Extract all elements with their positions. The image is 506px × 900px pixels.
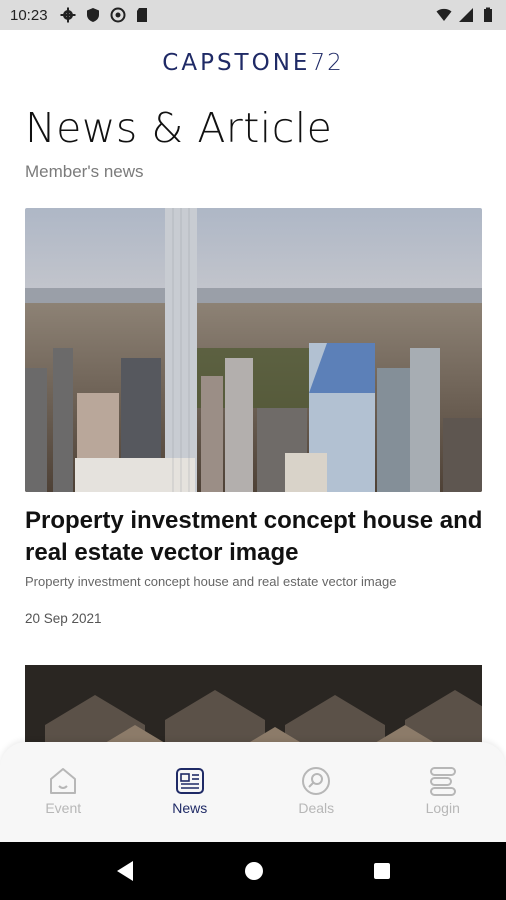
back-icon[interactable] <box>115 860 135 882</box>
recents-icon[interactable] <box>373 862 391 880</box>
system-navigation-bar <box>0 842 506 900</box>
article-date: 20 Sep 2021 <box>25 611 102 626</box>
page-subtitle: Member's news <box>25 162 144 181</box>
article-description: Property investment concept house and re… <box>25 574 397 589</box>
sync-icon <box>110 7 126 23</box>
brand-logo: CAPSTONE72 <box>0 50 506 76</box>
bottom-navigation: Event News Deals Login <box>0 742 506 842</box>
nav-label-login: Login <box>425 800 460 816</box>
wifi-icon <box>436 8 452 21</box>
shield-icon <box>86 8 99 22</box>
nav-item-event[interactable]: Event <box>13 764 113 842</box>
signal-icon <box>459 8 473 22</box>
nav-item-news[interactable]: News <box>140 764 240 842</box>
battery-icon <box>484 7 492 22</box>
search-icon <box>302 767 331 795</box>
status-notification-icons <box>60 7 151 23</box>
status-system-icons <box>436 7 496 23</box>
status-time: 10:23 <box>10 6 48 24</box>
nav-label-news: News <box>172 800 208 816</box>
city-skyline-image <box>25 208 482 492</box>
nav-item-login[interactable]: Login <box>393 764 493 842</box>
settings-icon <box>60 7 76 23</box>
brand-logo-number: 72 <box>310 50 344 76</box>
nav-item-deals[interactable]: Deals <box>266 764 366 842</box>
nav-label-deals: Deals <box>298 800 335 816</box>
login-icon <box>429 767 456 796</box>
article-image[interactable] <box>25 208 482 492</box>
brand-logo-main: CAPSTONE <box>162 50 311 76</box>
nav-label-event: Event <box>45 800 82 816</box>
news-icon <box>175 768 204 794</box>
status-bar: 10:23 <box>0 0 506 30</box>
sd-card-icon <box>136 8 147 22</box>
page-title: News & Article <box>25 104 333 152</box>
article-title[interactable]: Property investment concept house and re… <box>25 505 485 569</box>
home-icon <box>50 768 77 794</box>
home-button-icon[interactable] <box>244 861 264 881</box>
